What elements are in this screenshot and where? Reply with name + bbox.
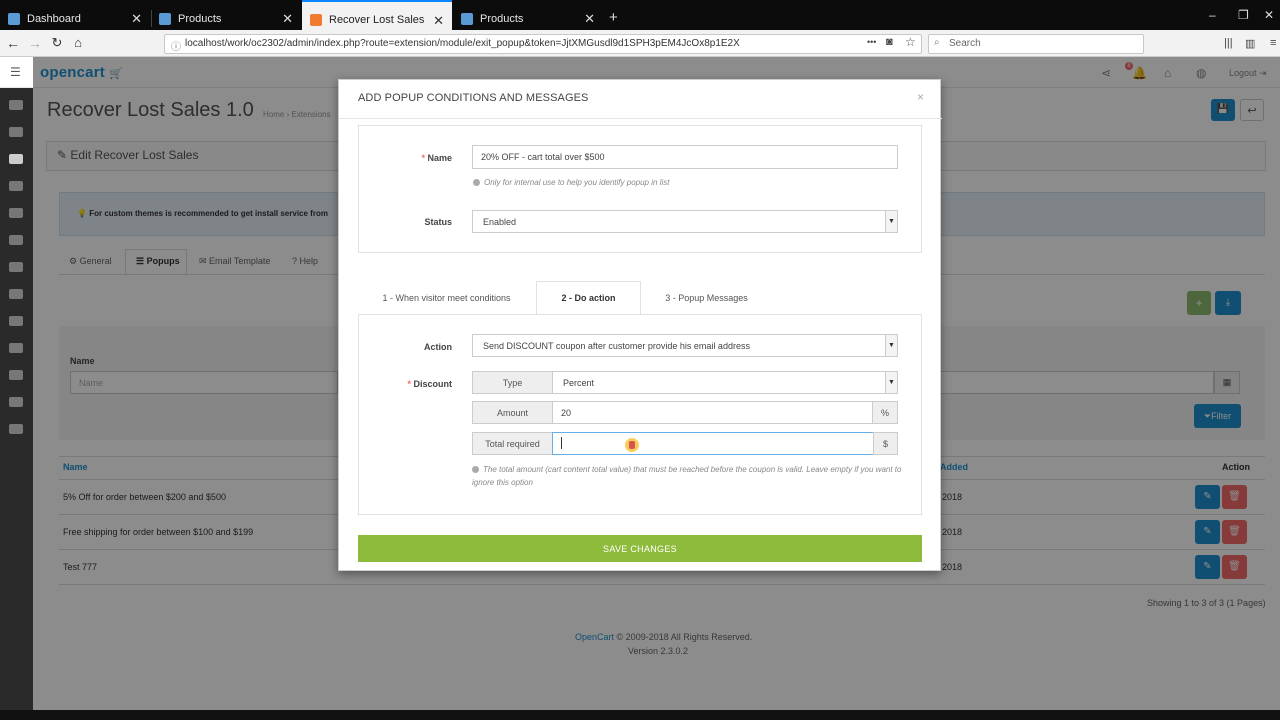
status-select[interactable]: Enabled ▼ [472,210,898,233]
taskbar-strip [0,710,1280,720]
tab-popup-messages[interactable]: 3 - Popup Messages [654,293,759,303]
name-label: * Name [379,153,452,163]
sidebar-reports-icon[interactable] [9,316,23,326]
total-required-addon: Total required [472,432,553,455]
site-info-icon[interactable]: ⓘ [171,38,181,53]
action-value: Send DISCOUNT coupon after customer prov… [483,340,750,351]
discount-label: * Discount [379,379,452,389]
action-label: Action [424,342,452,352]
sidebar-export-icon[interactable] [9,424,23,434]
page-favicon-icon [159,12,171,25]
new-tab-button[interactable]: + [609,9,618,26]
name-label-text: Name [427,153,452,163]
menu-icon[interactable]: ≡ [1270,37,1276,49]
minimize-icon[interactable]: – [1209,8,1216,22]
percent-addon: % [872,401,898,424]
tab-visitor-conditions[interactable]: 1 - When visitor meet conditions [374,293,519,303]
status-label: Status [424,217,452,227]
sidebar-send-icon[interactable] [9,397,23,407]
discount-type-select[interactable]: Percent ▼ [552,371,898,394]
status-value: Enabled [483,216,517,227]
back-icon[interactable]: ← [5,35,21,51]
tab-label: Recover Lost Sales [329,13,425,26]
amount-input[interactable]: 20 [552,401,873,424]
page-favicon-icon [310,13,322,26]
info-icon [473,179,480,186]
total-help-content: The total amount (cart content total val… [472,465,902,487]
chevron-down-icon: ▼ [885,335,897,356]
url-bar[interactable]: ⓘ localhost/work/oc2302/admin/index.php?r… [164,34,922,54]
name-help-content: Only for internal use to help you identi… [484,178,670,187]
sidebar-system-icon[interactable] [9,289,23,299]
name-help-text: Only for internal use to help you identi… [473,178,669,187]
url-text: localhost/work/oc2302/admin/index.php?ro… [185,38,740,49]
sidebar-dashboard-icon[interactable] [9,100,23,110]
chevron-down-icon: ▼ [885,372,897,393]
sidebar-chat-icon[interactable] [9,370,23,380]
total-help-text: The total amount (cart content total val… [472,463,902,489]
info-icon [472,466,479,473]
page-favicon-icon [8,12,20,25]
sidebar-toggle-icon[interactable]: ▥ [1245,37,1255,50]
close-tab-icon[interactable]: ✕ [131,11,142,27]
library-icon[interactable]: ||| [1224,37,1233,49]
pocket-icon[interactable]: ◙ [886,36,893,48]
text-cursor [561,437,562,449]
tab-label: Products [480,12,524,25]
page-favicon-icon [461,12,473,25]
modal-header-divider [339,118,942,119]
page-actions-icon[interactable]: ••• [867,37,876,47]
reload-icon[interactable]: ↻ [49,35,65,51]
action-select[interactable]: Send DISCOUNT coupon after customer prov… [472,334,898,357]
search-icon: ⌕ [934,37,940,48]
tab-label: Products [178,12,222,25]
sidebar-toggle-menu-icon[interactable]: ☰ [10,65,21,79]
type-value: Percent [563,377,595,388]
bookmark-star-icon[interactable]: ☆ [905,35,916,49]
sidebar-catalog-icon[interactable] [9,127,23,137]
sidebar-design-icon[interactable] [9,181,23,191]
search-placeholder: Search [949,38,981,49]
discount-label-text: Discount [413,379,452,389]
close-tab-icon[interactable]: ✕ [282,11,293,27]
close-tab-icon[interactable]: ✕ [584,11,595,27]
close-tab-icon[interactable]: ✕ [433,13,444,29]
browser-search-input[interactable]: ⌕ Search [928,34,1144,54]
popup-name-input[interactable]: 20% OFF - cart total over $500 [472,145,898,169]
tab-do-action[interactable]: 2 - Do action [536,293,641,303]
dollar-addon: $ [873,432,898,455]
sidebar-sales-icon[interactable] [9,208,23,218]
modal-title: ADD POPUP CONDITIONS AND MESSAGES [358,92,589,104]
sidebar-extensions-icon[interactable] [9,154,23,164]
chevron-down-icon: ▼ [885,211,897,232]
sidebar-customers-icon[interactable] [9,235,23,245]
save-changes-button[interactable]: SAVE CHANGES [358,535,922,562]
total-required-input[interactable] [552,432,874,455]
forward-icon[interactable]: → [27,35,43,51]
window-close-icon[interactable]: ✕ [1264,8,1274,22]
type-addon: Type [472,371,553,394]
cursor-icon [629,441,635,449]
tab-label: Dashboard [27,12,81,25]
home-icon[interactable]: ⌂ [70,35,86,50]
popup-conditions-modal: ADD POPUP CONDITIONS AND MESSAGES × * Na… [338,79,942,571]
amount-addon: Amount [472,401,553,424]
sidebar-shield-icon[interactable] [9,343,23,353]
restore-icon[interactable]: ❐ [1238,8,1249,22]
modal-close-icon[interactable]: × [917,90,924,104]
sidebar-marketing-icon[interactable] [9,262,23,272]
